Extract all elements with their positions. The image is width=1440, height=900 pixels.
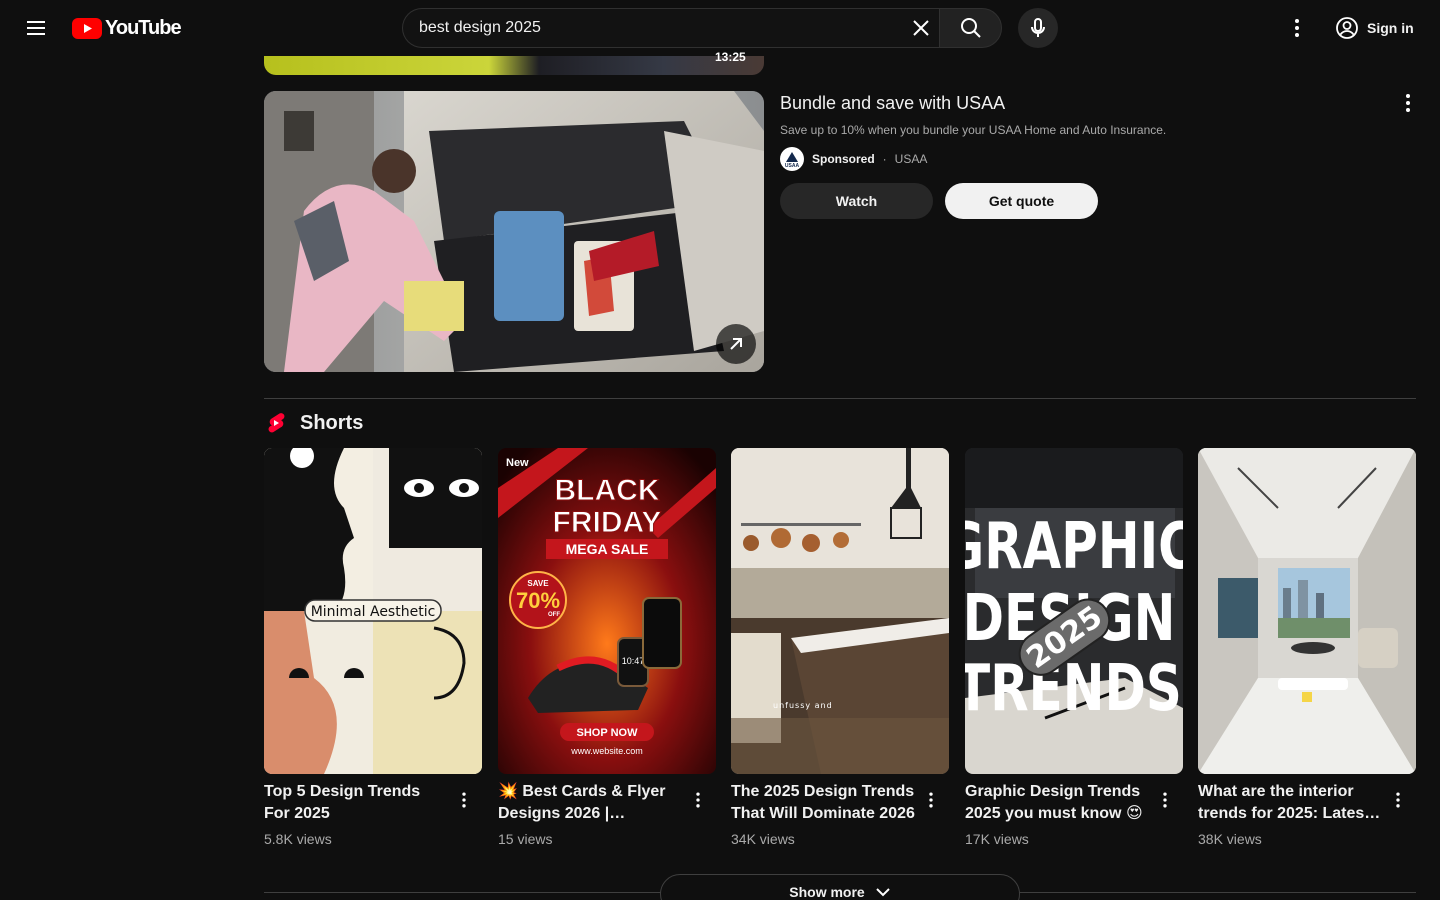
ad-title[interactable]: Bundle and save with USAA <box>780 93 1005 114</box>
more-vert-icon <box>1396 792 1400 808</box>
svg-text:GRAPHIC: GRAPHIC <box>965 509 1183 584</box>
more-vert-icon <box>696 792 700 808</box>
hamburger-menu-icon <box>27 21 45 35</box>
settings-more-button[interactable] <box>1277 8 1317 48</box>
short-action-menu-button[interactable] <box>919 785 943 815</box>
short-card[interactable]: Minimal Aesthetic Top 5 Design Trends Fo… <box>264 448 482 858</box>
search-button[interactable] <box>939 8 1002 48</box>
chevron-down-icon <box>876 888 890 897</box>
svg-text:TRENDS: TRENDS <box>965 651 1182 726</box>
short-title[interactable]: Graphic Design Trends 2025 you must know… <box>965 781 1151 825</box>
shorts-header: Shorts <box>264 410 363 436</box>
guide-menu-button[interactable] <box>16 8 56 48</box>
short-action-menu-button[interactable] <box>1153 785 1177 815</box>
previous-video-thumbnail[interactable] <box>264 56 764 75</box>
separator-dot: · <box>882 152 887 166</box>
short-view-count: 15 views <box>498 831 553 847</box>
short-action-menu-button[interactable] <box>686 785 710 815</box>
video-duration: 13:25 <box>715 50 746 64</box>
search-input[interactable] <box>419 9 889 47</box>
svg-text:MEGA SALE: MEGA SALE <box>566 541 649 557</box>
arrow-outward-icon <box>730 338 742 350</box>
short-thumbnail[interactable]: BLACK FRIDAY MEGA SALE SAVE 70% OFF 10:4… <box>498 448 716 774</box>
ad-thumbnail-image <box>264 91 764 372</box>
close-icon <box>913 20 929 36</box>
short-thumbnail-image <box>1198 448 1416 774</box>
short-view-count: 38K views <box>1198 831 1262 847</box>
short-thumbnail-image: unfussy and <box>731 448 949 774</box>
sign-in-button[interactable]: Sign in <box>1327 9 1423 47</box>
svg-text:New: New <box>506 457 529 469</box>
short-thumbnail[interactable] <box>1198 448 1416 774</box>
show-more-button[interactable]: Show more <box>660 874 1020 900</box>
advertiser-avatar[interactable]: USAA <box>780 147 804 171</box>
svg-text:www.website.com: www.website.com <box>570 746 643 756</box>
short-card[interactable]: BLACK FRIDAY MEGA SALE SAVE 70% OFF 10:4… <box>498 448 716 858</box>
microphone-icon <box>1031 18 1045 37</box>
account-circle-icon <box>1336 17 1358 39</box>
shorts-section-title: Shorts <box>300 411 364 434</box>
short-view-count: 34K views <box>731 831 795 847</box>
search-box <box>402 8 940 48</box>
svg-text:SHOP NOW: SHOP NOW <box>577 727 639 739</box>
more-vert-icon <box>929 792 933 808</box>
short-title[interactable]: What are the interior trends for 2025: L… <box>1198 781 1384 825</box>
clear-search-button[interactable] <box>901 9 941 47</box>
watch-button[interactable]: Watch <box>780 183 933 219</box>
short-thumbnail-image: GRAPHIC DESIGN TRENDS 2025 <box>965 448 1183 774</box>
ad-sponsor-row: USAA Sponsored · USAA <box>780 147 927 171</box>
sponsored-label: Sponsored <box>812 152 875 166</box>
advertiser-name: USAA <box>894 152 928 166</box>
short-title[interactable]: Top 5 Design Trends For 2025 <box>264 781 450 825</box>
more-vert-icon <box>1163 792 1167 808</box>
short-action-menu-button[interactable] <box>452 785 476 815</box>
svg-text:10:47: 10:47 <box>622 656 645 666</box>
short-title[interactable]: The 2025 Design Trends That Will Dominat… <box>731 781 917 825</box>
short-card[interactable]: What are the interior trends for 2025: L… <box>1198 448 1416 858</box>
show-more-label: Show more <box>789 884 865 900</box>
svg-text:unfussy and: unfussy and <box>773 701 833 710</box>
shorts-icon <box>268 413 285 433</box>
voice-search-button[interactable] <box>1018 8 1058 48</box>
short-thumbnail-image: BLACK FRIDAY MEGA SALE SAVE 70% OFF 10:4… <box>498 448 716 774</box>
svg-text:70%: 70% <box>516 588 560 613</box>
svg-text:OFF: OFF <box>548 612 560 618</box>
more-vert-icon <box>1295 19 1299 37</box>
svg-text:USAA: USAA <box>785 163 800 169</box>
ad-thumbnail[interactable] <box>264 91 764 372</box>
section-divider <box>264 398 1416 399</box>
more-vert-icon <box>462 792 466 808</box>
short-thumbnail[interactable]: Minimal Aesthetic <box>264 448 482 774</box>
youtube-play-icon <box>72 17 102 39</box>
short-card[interactable]: unfussy and The 2025 Design Trends That … <box>731 448 949 858</box>
youtube-logo[interactable]: YouTube <box>72 16 182 39</box>
short-thumbnail[interactable]: unfussy and <box>731 448 949 774</box>
usaa-logo-icon: USAA <box>781 148 803 170</box>
search-icon <box>960 18 981 38</box>
ad-description: Save up to 10% when you bundle your USAA… <box>780 123 1167 137</box>
get-quote-button[interactable]: Get quote <box>945 183 1098 219</box>
svg-text:Minimal Aesthetic: Minimal Aesthetic <box>311 604 436 620</box>
short-card[interactable]: GRAPHIC DESIGN TRENDS 2025 Graphic Desig… <box>965 448 1183 858</box>
short-view-count: 17K views <box>965 831 1029 847</box>
short-view-count: 5.8K views <box>264 831 332 847</box>
short-action-menu-button[interactable] <box>1386 785 1410 815</box>
short-title[interactable]: 💥 Best Cards & Flyer Designs 2026 | Crea… <box>498 781 684 825</box>
more-vert-icon <box>1406 94 1410 112</box>
short-thumbnail-image: Minimal Aesthetic <box>264 448 482 774</box>
svg-text:BLACK: BLACK <box>555 474 660 507</box>
sign-in-label: Sign in <box>1367 20 1414 36</box>
logo-text: YouTube <box>105 16 182 39</box>
short-thumbnail[interactable]: GRAPHIC DESIGN TRENDS 2025 <box>965 448 1183 774</box>
open-ad-link-button[interactable] <box>716 324 756 364</box>
ad-action-menu-button[interactable] <box>1388 83 1428 123</box>
masthead: YouTube Sign in <box>0 0 1440 56</box>
svg-text:SAVE: SAVE <box>527 579 549 588</box>
svg-text:FRIDAY: FRIDAY <box>553 506 662 539</box>
